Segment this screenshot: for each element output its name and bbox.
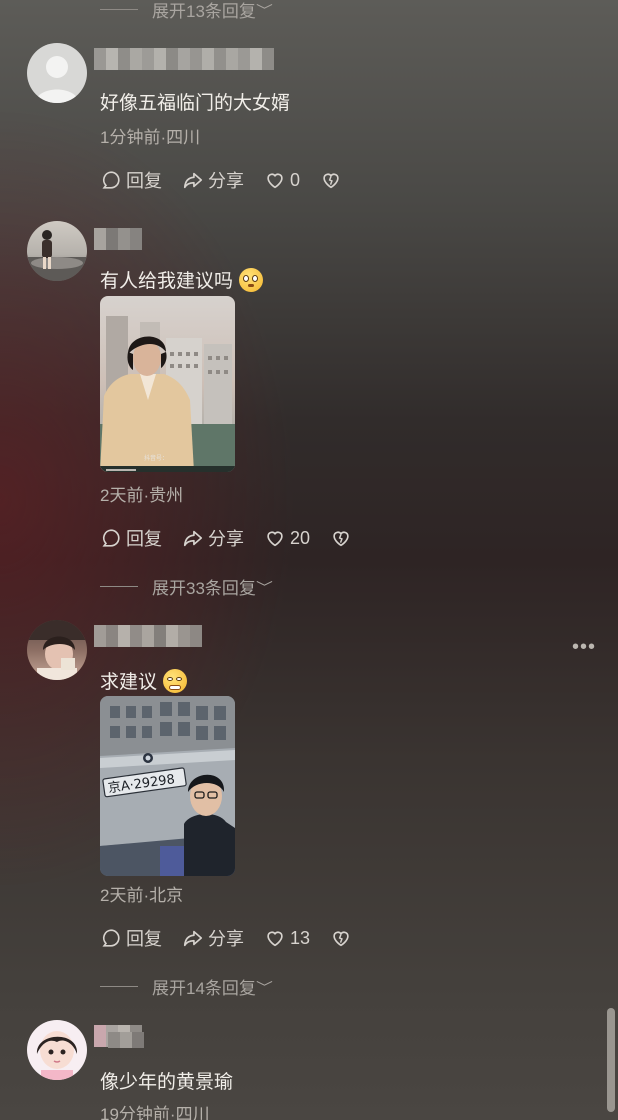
share-button[interactable]: 分享: [182, 167, 244, 193]
scrollbar-thumb[interactable]: [607, 1008, 615, 1112]
comment-meta: 2天前·北京: [100, 886, 184, 905]
reply-button[interactable]: 回复: [100, 525, 162, 551]
comment-text-label: 有人给我建议吗: [100, 271, 234, 292]
heart-icon: [267, 931, 283, 947]
heart-icon: [267, 173, 283, 189]
car-selfie-photo: 京A·29298: [100, 696, 235, 876]
like-count: 20: [290, 527, 311, 548]
share-button[interactable]: 分享: [182, 525, 244, 551]
comment-text-label: 求建议: [100, 672, 158, 693]
share-button[interactable]: 分享: [182, 925, 244, 951]
expand-replies-label: 展开13条回复: [152, 1, 256, 21]
comment-text: 求建议: [100, 667, 188, 694]
comment-image[interactable]: 抖音号：: [100, 296, 235, 472]
dislike-button[interactable]: [330, 527, 356, 549]
reply-bubble-icon: [102, 171, 120, 189]
like-button[interactable]: 0: [264, 169, 300, 191]
flushed-face-emoji: [239, 267, 264, 292]
reply-label: 回复: [126, 529, 162, 549]
username-blurred[interactable]: [94, 48, 278, 70]
grimacing-face-emoji: [163, 668, 188, 693]
comment-meta: 2天前·贵州: [100, 486, 184, 505]
divider-line: [100, 8, 138, 10]
avatar[interactable]: [27, 620, 87, 680]
share-arrow-icon: [183, 530, 203, 547]
reply-button[interactable]: 回复: [100, 167, 162, 193]
share-arrow-icon: [183, 930, 203, 947]
cartoon-avatar-icon: [36, 1031, 78, 1080]
like-count: 13: [290, 927, 311, 948]
default-avatar-icon: [35, 56, 79, 103]
comment-text: 好像五福临门的大女婿: [100, 88, 290, 115]
comment-meta: 1分钟前·四川: [100, 128, 201, 147]
more-options-button[interactable]: •••: [572, 636, 596, 659]
expand-replies-3[interactable]: 展开14条回复 ﹀: [100, 975, 273, 998]
user-photo-icon: [27, 230, 87, 281]
avatar[interactable]: [27, 43, 87, 103]
comment-actions: 回复 分享 20: [100, 524, 376, 552]
chevron-down-icon: ﹀: [255, 2, 273, 18]
share-label: 分享: [208, 929, 244, 949]
comment-actions: 回复 分享 13: [100, 924, 376, 952]
share-arrow-icon: [183, 172, 203, 189]
avatar[interactable]: [27, 221, 87, 281]
share-label: 分享: [208, 171, 244, 191]
dislike-button[interactable]: [330, 927, 356, 949]
reply-label: 回复: [126, 171, 162, 191]
expand-replies-1[interactable]: 展开13条回复 ﹀: [100, 0, 273, 21]
chevron-down-icon: ﹀: [255, 579, 273, 595]
username-blurred[interactable]: [106, 228, 146, 250]
reply-label: 回复: [126, 929, 162, 949]
chevron-down-icon: ﹀: [255, 979, 273, 995]
broken-heart-icon: [333, 531, 349, 547]
reply-bubble-icon: [102, 929, 120, 947]
reply-button[interactable]: 回复: [100, 925, 162, 951]
broken-heart-icon: [333, 931, 349, 947]
comment-text-label: 像少年的黄景瑜: [100, 1072, 234, 1093]
avatar[interactable]: [27, 1020, 87, 1080]
comment-text: 有人给我建议吗: [100, 266, 264, 293]
divider-line: [100, 585, 138, 587]
like-button[interactable]: 13: [264, 927, 310, 949]
expand-replies-2[interactable]: 展开33条回复 ﹀: [100, 575, 273, 598]
expand-replies-label: 展开14条回复: [152, 978, 256, 998]
comment-image[interactable]: 京A·29298: [100, 696, 235, 876]
watermark-text: 抖音号：: [144, 454, 168, 462]
comment-meta: 19分钟前·四川: [100, 1105, 210, 1120]
username-blurred[interactable]: [94, 625, 206, 647]
divider-line: [100, 985, 138, 987]
comment-text: 像少年的黄景瑜: [100, 1067, 233, 1094]
like-count: 0: [290, 169, 301, 190]
comment-actions: 回复 分享 0: [100, 166, 366, 194]
share-label: 分享: [208, 529, 244, 549]
user-photo-icon: [27, 620, 87, 680]
username-blurred[interactable]: [108, 1032, 146, 1048]
reply-bubble-icon: [102, 529, 120, 547]
city-portrait-photo: 抖音号：: [100, 296, 235, 472]
broken-heart-icon: [323, 173, 339, 189]
dislike-button[interactable]: [320, 169, 346, 191]
like-button[interactable]: 20: [264, 527, 310, 549]
heart-icon: [267, 531, 283, 547]
expand-replies-label: 展开33条回复: [152, 578, 256, 598]
comment-text-label: 好像五福临门的大女婿: [100, 93, 291, 114]
